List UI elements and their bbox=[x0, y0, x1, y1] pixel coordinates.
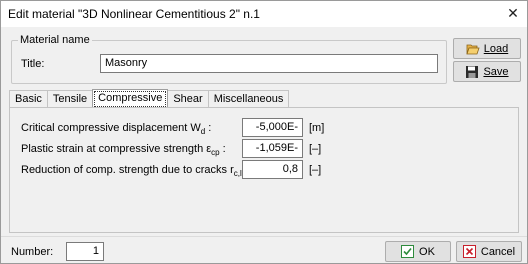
tab-strip: Basic Tensile Compressive Shear Miscella… bbox=[9, 89, 290, 109]
material-name-legend: Material name bbox=[20, 34, 90, 46]
folder-open-icon bbox=[466, 42, 480, 56]
ok-label: OK bbox=[419, 245, 435, 258]
number-label: Number: bbox=[11, 246, 54, 258]
tab-basic[interactable]: Basic bbox=[9, 90, 48, 108]
field-label-strength-reduction: Reduction of comp. strength due to crack… bbox=[21, 164, 256, 178]
tab-miscellaneous[interactable]: Miscellaneous bbox=[207, 90, 290, 108]
unit-label: [–] bbox=[309, 164, 322, 176]
dialog-window: Edit material "3D Nonlinear Cementitious… bbox=[0, 0, 528, 264]
unit-label: [m] bbox=[309, 122, 325, 134]
cancel-label: Cancel bbox=[480, 245, 516, 258]
tab-shear[interactable]: Shear bbox=[167, 90, 209, 108]
field-label-plastic-strain: Plastic strain at compressive strength ε… bbox=[21, 143, 226, 158]
load-label: Load bbox=[483, 42, 509, 55]
load-button[interactable]: Load bbox=[453, 38, 521, 59]
number-input[interactable]: 1 bbox=[66, 242, 104, 261]
save-label: Save bbox=[483, 65, 509, 78]
floppy-disk-icon bbox=[465, 65, 479, 79]
window-title: Edit material "3D Nonlinear Cementitious… bbox=[8, 7, 260, 21]
critical-displacement-input[interactable]: -5,000E-04 bbox=[242, 118, 303, 150]
tab-tensile[interactable]: Tensile bbox=[46, 90, 94, 108]
checkmark-icon bbox=[401, 244, 415, 259]
title-input[interactable]: Masonry bbox=[100, 54, 438, 73]
title-bar: Edit material "3D Nonlinear Cementitious… bbox=[1, 1, 527, 27]
save-button[interactable]: Save bbox=[453, 61, 521, 82]
strength-reduction-input[interactable]: 0,8 bbox=[242, 160, 303, 179]
title-label: Title: bbox=[21, 58, 45, 70]
tab-compressive[interactable]: Compressive bbox=[92, 89, 169, 109]
footer-divider bbox=[1, 236, 527, 237]
field-label-critical-displacement: Critical compressive displacement Wd : bbox=[21, 122, 212, 137]
close-icon[interactable]: ✕ bbox=[505, 5, 521, 21]
plastic-strain-input[interactable]: -1,059E-03 bbox=[242, 139, 303, 171]
cancel-button[interactable]: Cancel bbox=[456, 241, 522, 262]
unit-label: [–] bbox=[309, 143, 322, 155]
ok-button[interactable]: OK bbox=[385, 241, 451, 262]
cancel-x-icon bbox=[462, 244, 477, 259]
